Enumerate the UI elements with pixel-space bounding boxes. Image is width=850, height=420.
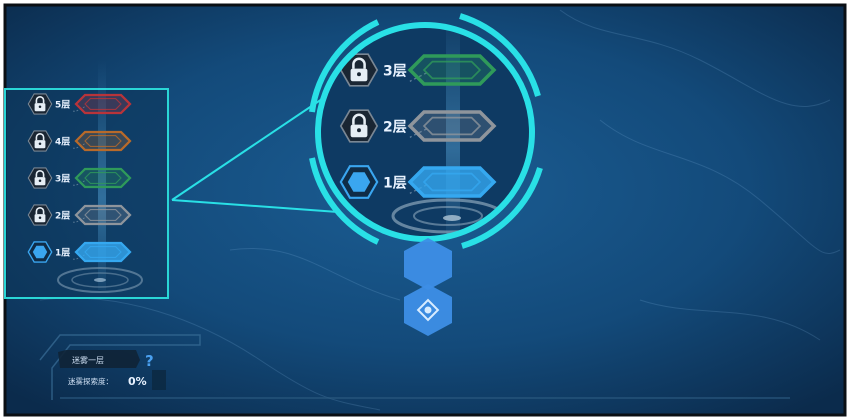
lock-icon (27, 204, 53, 226)
floor-label: 3层 (383, 64, 407, 80)
lock-icon (27, 93, 53, 115)
floor-platform[interactable] (74, 93, 132, 115)
progress-label: 迷雾探索度： (68, 376, 113, 386)
floor-platform[interactable] (74, 204, 132, 226)
progress-value: 0% (128, 375, 147, 388)
floor-platform[interactable] (407, 166, 497, 198)
lock-icon (27, 130, 53, 152)
floor-platform[interactable] (407, 54, 497, 86)
floor-selector-panel: 5层 4层 3层 2层 1层 (4, 60, 169, 299)
floor-platform[interactable] (74, 241, 132, 263)
floor-label: 1层 (383, 176, 407, 192)
floor-platform[interactable] (407, 110, 497, 142)
hexagon-marker-icon (27, 241, 53, 263)
floor-label: 5层 (55, 100, 70, 111)
lock-icon (27, 167, 53, 189)
lock-icon (339, 109, 379, 143)
hexagon-marker-icon (339, 165, 379, 199)
floor-label: 3层 (55, 174, 70, 185)
floor-platform[interactable] (74, 167, 132, 189)
floor-platform[interactable] (74, 130, 132, 152)
floor-label: 4层 (55, 137, 70, 148)
question-mark-icon[interactable]: ? (145, 352, 154, 370)
floor-label: 2层 (383, 120, 407, 136)
floor-label: 2层 (55, 211, 70, 222)
floor-label: 1层 (55, 248, 70, 259)
floor-name: 迷雾一层 (72, 355, 104, 365)
game-screen: 5层 4层 3层 2层 1层 3层 2层 1层 迷雾一层 ? 迷雾探索度： 0% (0, 0, 850, 420)
